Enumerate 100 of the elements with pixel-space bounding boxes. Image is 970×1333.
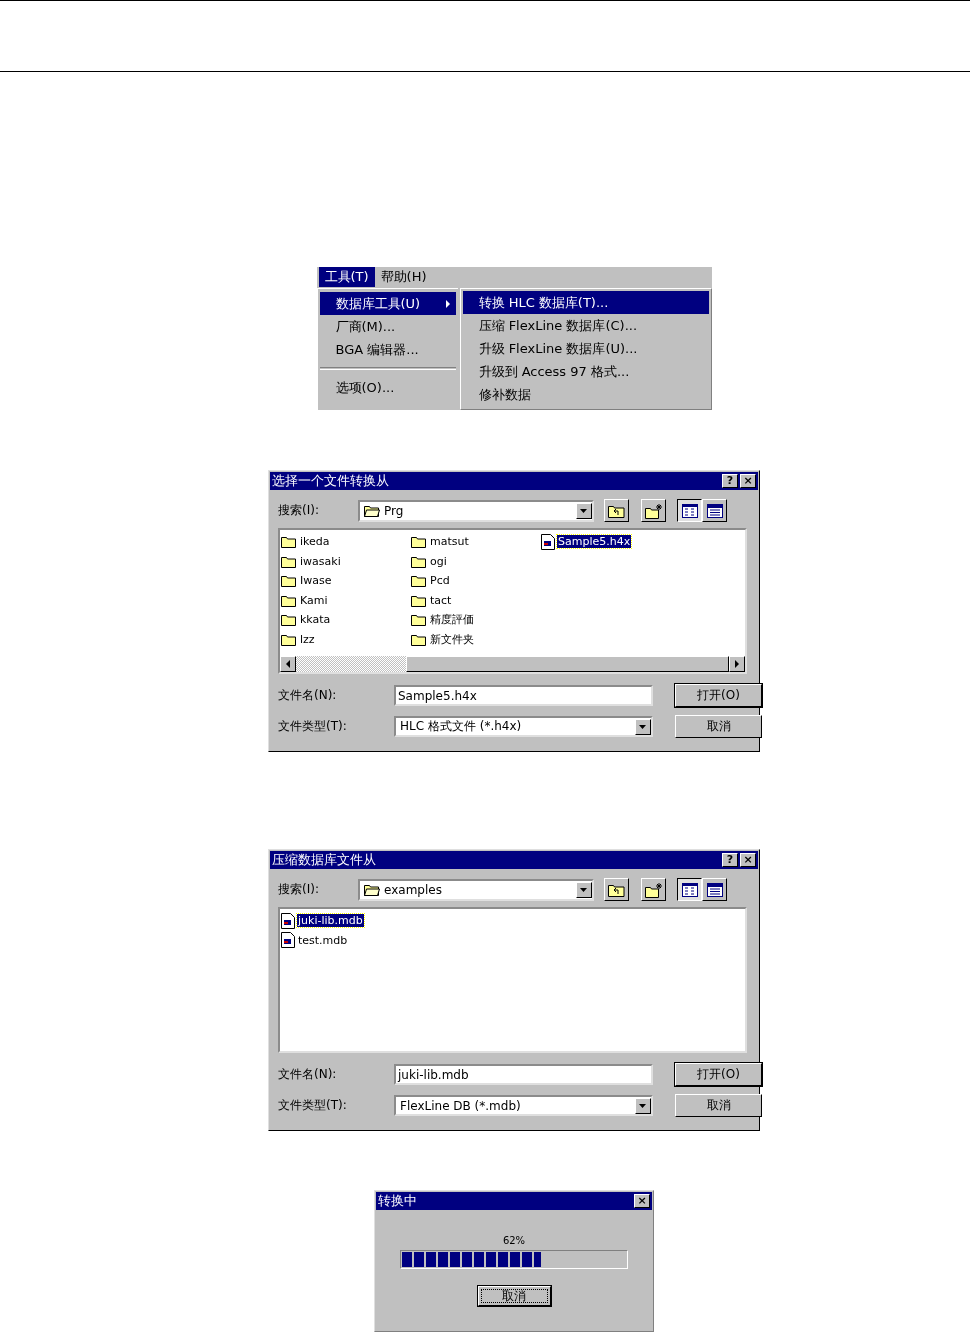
folder-icon: [281, 613, 297, 627]
window-title: 压缩数据库文件从: [272, 851, 376, 869]
new-folder-button[interactable]: [641, 499, 666, 522]
menu-item[interactable]: BGA 编辑器...: [319, 338, 456, 361]
menu-item-label: 数据库工具(U): [335, 294, 421, 313]
field-label: 文件名(N):: [278, 1066, 338, 1083]
folder-icon: [411, 613, 427, 627]
close-button[interactable]: ×: [740, 853, 756, 867]
file-type-dropdown[interactable]: HLC 格式文件 (*.h4x): [394, 716, 653, 737]
details-view-icon: [706, 503, 723, 518]
menu-item-label: 厂商(M)...: [335, 317, 396, 336]
menu-item[interactable]: 升级到 Access 97 格式...: [462, 360, 709, 383]
folder-item[interactable]: matsut: [429, 535, 470, 549]
up-folder-button[interactable]: [604, 499, 629, 522]
menu-item[interactable]: 升级 FlexLine 数据库(U)...: [462, 337, 709, 360]
list-view-icon: [681, 882, 698, 897]
open-button[interactable]: 打开(O): [675, 1063, 762, 1086]
submenu-arrow-icon: [445, 299, 450, 308]
dropdown-arrow-icon: [580, 887, 588, 892]
horizontal-scrollbar[interactable]: [280, 656, 745, 672]
file-item[interactable]: Sample5.h4x: [557, 535, 632, 549]
window-title: 转换中: [378, 1192, 417, 1210]
close-button[interactable]: ×: [740, 474, 756, 488]
folder-item[interactable]: ikeda: [299, 535, 331, 549]
menu-item[interactable]: 压缩 FlexLine 数据库(C)...: [462, 314, 709, 337]
dropdown-button[interactable]: [576, 881, 592, 898]
folder-item[interactable]: iwasaki: [299, 554, 342, 568]
folder-icon: [411, 554, 427, 568]
field-label: 搜索(I):: [278, 881, 320, 898]
new-folder-icon: [644, 881, 663, 898]
help-button[interactable]: ?: [722, 853, 738, 867]
dropdown-arrow-icon: [580, 508, 588, 513]
up-folder-icon: [608, 503, 625, 518]
menu-bar-item[interactable]: 工具(T): [318, 267, 375, 287]
details-view-icon: [706, 882, 723, 897]
filename-field[interactable]: Sample5.h4x: [394, 685, 653, 706]
folder-item[interactable]: kkata: [299, 613, 332, 627]
field-label: 文件名(N):: [278, 687, 338, 704]
open-button[interactable]: 打开(O): [675, 684, 762, 707]
new-folder-icon: [644, 502, 663, 519]
field-label: 文件类型(T):: [278, 1097, 348, 1114]
look-in-dropdown[interactable]: Prg: [358, 499, 594, 522]
dropdown-button[interactable]: [576, 502, 592, 519]
folder-icon: [281, 632, 297, 646]
folder-item[interactable]: Pcd: [429, 574, 451, 588]
file-type-value: FlexLine DB (*.mdb): [400, 1098, 521, 1113]
field-label: 文件类型(T):: [278, 718, 348, 735]
file-item[interactable]: juki-lib.mdb: [297, 914, 364, 928]
cancel-button[interactable]: 取消: [477, 1286, 551, 1306]
dropdown-arrow-icon: [639, 724, 647, 729]
folder-icon: [411, 574, 427, 588]
folder-item[interactable]: ogi: [429, 554, 448, 568]
progress-percent: 62%: [502, 1235, 526, 1246]
folder-name: examples: [384, 882, 442, 897]
database-file-icon: [281, 912, 295, 929]
open-folder-icon: [364, 883, 380, 896]
folder-item[interactable]: tact: [429, 593, 453, 607]
left-arrow-icon: [286, 660, 290, 668]
new-folder-button[interactable]: [641, 878, 666, 901]
dropdown-button[interactable]: [635, 718, 651, 735]
folder-name: Prg: [384, 503, 404, 518]
folder-item[interactable]: lzz: [299, 632, 316, 646]
menu-item[interactable]: 数据库工具(U): [319, 292, 456, 315]
folder-item[interactable]: 精度評価: [429, 612, 475, 628]
filename-field[interactable]: juki-lib.mdb: [394, 1064, 653, 1085]
menu-item[interactable]: 转换 HLC 数据库(T)...: [462, 291, 709, 314]
help-button[interactable]: ?: [722, 474, 738, 488]
folder-icon: [411, 632, 427, 646]
folder-icon: [411, 593, 427, 607]
menu-item[interactable]: 修补数据: [462, 383, 709, 406]
menu-item[interactable]: 厂商(M)...: [319, 315, 456, 338]
folder-icon: [281, 554, 297, 568]
look-in-dropdown[interactable]: examples: [358, 878, 594, 901]
up-folder-button[interactable]: [604, 878, 629, 901]
database-file-icon: [541, 533, 555, 550]
cancel-button[interactable]: 取消: [675, 1094, 762, 1117]
up-folder-icon: [608, 882, 625, 897]
file-type-dropdown[interactable]: FlexLine DB (*.mdb): [394, 1095, 653, 1116]
folder-icon: [411, 535, 427, 549]
folder-item[interactable]: Iwase: [299, 574, 333, 588]
dropdown-button[interactable]: [635, 1097, 651, 1114]
view-button[interactable]: [677, 499, 702, 522]
database-file-icon: [281, 932, 295, 949]
folder-item[interactable]: Kami: [299, 593, 329, 607]
menu-item-label: BGA 编辑器...: [335, 340, 419, 359]
cancel-button[interactable]: 取消: [675, 715, 762, 738]
menu-item[interactable]: 选项(O)...: [319, 376, 456, 399]
folder-icon: [281, 574, 297, 588]
dropdown-arrow-icon: [639, 1103, 647, 1108]
field-label: 搜索(I):: [278, 502, 320, 519]
list-view-icon: [681, 503, 698, 518]
right-arrow-icon: [735, 660, 739, 668]
menu-bar-item[interactable]: 帮助(H): [374, 267, 433, 287]
view-button[interactable]: [677, 878, 702, 901]
close-button[interactable]: ×: [634, 1194, 650, 1208]
file-type-value: HLC 格式文件 (*.h4x): [400, 718, 522, 735]
folder-item[interactable]: 新文件夹: [429, 631, 475, 647]
open-folder-icon: [364, 504, 380, 517]
menu-item-label: 选项(O)...: [335, 378, 395, 397]
file-item[interactable]: test.mdb: [297, 933, 349, 947]
